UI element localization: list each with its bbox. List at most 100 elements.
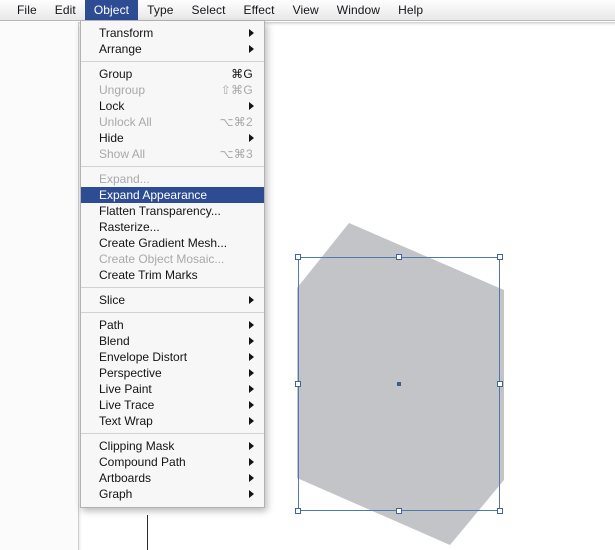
menu-item-shortcut: ⇧⌘G	[220, 83, 253, 97]
selection-bounding-box[interactable]	[295, 254, 503, 514]
artboard-edge-line	[147, 515, 148, 550]
menu-item-label: Show All	[99, 147, 146, 161]
submenu-arrow-icon	[249, 45, 254, 53]
illustrator-window: File Edit Object Type Select Effect View Window…	[0, 0, 615, 550]
menu-item-envelope-distort[interactable]: Envelope Distort	[81, 349, 264, 365]
menu-item-label: Rasterize...	[99, 220, 160, 234]
submenu-arrow-icon	[249, 102, 254, 110]
menu-separator	[81, 166, 264, 167]
menu-item-label: Slice	[99, 293, 126, 307]
submenu-arrow-icon	[249, 321, 254, 329]
submenu-arrow-icon	[249, 29, 254, 37]
menu-item-label: Live Trace	[99, 398, 155, 412]
menu-item-label: Transform	[99, 26, 154, 40]
menu-item-label: Group	[99, 67, 133, 81]
menu-item-slice[interactable]: Slice	[81, 292, 264, 308]
submenu-arrow-icon	[249, 337, 254, 345]
handle-top-center[interactable]	[396, 254, 402, 260]
menu-item-label: Flatten Transparency...	[99, 204, 221, 218]
menubar-item-window[interactable]: Window	[328, 0, 389, 20]
submenu-arrow-icon	[249, 442, 254, 450]
menu-item-shortcut: ⌥⌘3	[219, 147, 253, 161]
menu-item-label: Path	[99, 318, 124, 332]
left-workspace-panel	[0, 22, 79, 550]
menu-item-label: Expand...	[99, 172, 150, 186]
menubar-item-type[interactable]: Type	[138, 0, 182, 20]
menu-item-graph[interactable]: Graph	[81, 486, 264, 502]
menu-item-clipping-mask[interactable]: Clipping Mask	[81, 438, 264, 454]
submenu-arrow-icon	[249, 401, 254, 409]
menu-item-expand: Expand...	[81, 171, 264, 187]
menu-item-label: Create Object Mosaic...	[99, 252, 225, 266]
submenu-arrow-icon	[249, 417, 254, 425]
menu-item-label: Ungroup	[99, 83, 146, 97]
menu-item-label: Lock	[99, 99, 125, 113]
menu-item-show-all: Show All ⌥⌘3	[81, 146, 264, 162]
menu-item-rasterize[interactable]: Rasterize...	[81, 219, 264, 235]
menu-item-label: Text Wrap	[99, 414, 153, 428]
menu-item-shortcut: ⌘G	[231, 67, 253, 81]
menu-item-text-wrap[interactable]: Text Wrap	[81, 413, 264, 429]
submenu-arrow-icon	[249, 369, 254, 377]
submenu-arrow-icon	[249, 134, 254, 142]
handle-middle-left[interactable]	[295, 381, 301, 387]
menu-item-label: Compound Path	[99, 455, 186, 469]
handle-top-right[interactable]	[497, 254, 503, 260]
handle-bottom-center[interactable]	[396, 508, 402, 514]
selection-center-point	[397, 382, 401, 386]
menu-item-artboards[interactable]: Artboards	[81, 470, 264, 486]
menu-item-live-trace[interactable]: Live Trace	[81, 397, 264, 413]
submenu-arrow-icon	[249, 490, 254, 498]
menu-item-create-trim-marks[interactable]: Create Trim Marks	[81, 267, 264, 283]
menu-item-label: Perspective	[99, 366, 162, 380]
submenu-arrow-icon	[249, 353, 254, 361]
submenu-arrow-icon	[249, 474, 254, 482]
menu-item-label: Create Gradient Mesh...	[99, 236, 228, 250]
menubar-item-view[interactable]: View	[284, 0, 328, 20]
menu-item-blend[interactable]: Blend	[81, 333, 264, 349]
menu-item-create-gradient-mesh[interactable]: Create Gradient Mesh...	[81, 235, 264, 251]
menu-bar: File Edit Object Type Select Effect View Window…	[0, 0, 615, 21]
menubar-item-select[interactable]: Select	[183, 0, 235, 20]
handle-bottom-left[interactable]	[295, 508, 301, 514]
menu-item-lock[interactable]: Lock	[81, 98, 264, 114]
menu-item-expand-appearance[interactable]: Expand Appearance	[81, 187, 264, 203]
submenu-arrow-icon	[249, 458, 254, 466]
menu-item-label: Clipping Mask	[99, 439, 175, 453]
menu-item-unlock-all: Unlock All ⌥⌘2	[81, 114, 264, 130]
menu-item-group[interactable]: Group ⌘G	[81, 66, 264, 82]
menu-item-live-paint[interactable]: Live Paint	[81, 381, 264, 397]
menu-separator	[81, 312, 264, 313]
menu-separator	[81, 287, 264, 288]
menu-item-perspective[interactable]: Perspective	[81, 365, 264, 381]
menu-item-label: Unlock All	[99, 115, 152, 129]
menubar-item-edit[interactable]: Edit	[46, 0, 85, 20]
menu-item-ungroup: Ungroup ⇧⌘G	[81, 82, 264, 98]
menu-item-label: Live Paint	[99, 382, 152, 396]
menu-separator	[81, 61, 264, 62]
menu-item-flatten-transparency[interactable]: Flatten Transparency...	[81, 203, 264, 219]
object-menu-dropdown[interactable]: Transform Arrange Group ⌘G Ungroup ⇧⌘G Lock Unl…	[80, 21, 265, 508]
menu-item-label: Arrange	[99, 42, 142, 56]
menu-item-arrange[interactable]: Arrange	[81, 41, 264, 57]
menu-item-hide[interactable]: Hide	[81, 130, 264, 146]
menu-item-transform[interactable]: Transform	[81, 25, 264, 41]
menubar-item-help[interactable]: Help	[389, 0, 432, 20]
menu-item-label: Blend	[99, 334, 130, 348]
menu-item-compound-path[interactable]: Compound Path	[81, 454, 264, 470]
menu-separator	[81, 433, 264, 434]
menu-item-label: Create Trim Marks	[99, 268, 198, 282]
menubar-item-object[interactable]: Object	[84, 0, 139, 20]
menubar-item-effect[interactable]: Effect	[235, 0, 284, 20]
menu-item-create-object-mosaic: Create Object Mosaic...	[81, 251, 264, 267]
handle-middle-right[interactable]	[497, 381, 503, 387]
handle-bottom-right[interactable]	[497, 508, 503, 514]
menu-item-path[interactable]: Path	[81, 317, 264, 333]
submenu-arrow-icon	[249, 296, 254, 304]
menu-item-label: Expand Appearance	[99, 188, 208, 202]
handle-top-left[interactable]	[295, 254, 301, 260]
submenu-arrow-icon	[249, 385, 254, 393]
menu-item-label: Graph	[99, 487, 133, 501]
menu-item-label: Envelope Distort	[99, 350, 188, 364]
menubar-item-file[interactable]: File	[8, 0, 46, 20]
